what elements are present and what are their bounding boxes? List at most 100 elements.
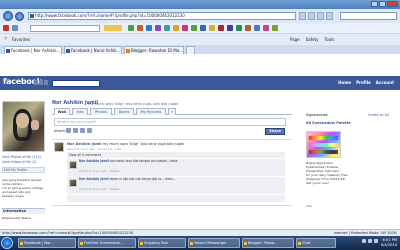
close-toolbar-icon[interactable] — [3, 25, 9, 31]
toolbar-app-icon[interactable] — [209, 25, 215, 31]
favorites-button[interactable]: Favorites — [12, 37, 30, 42]
video-attach-icon[interactable] — [73, 128, 78, 133]
clock[interactable]: 6:01 PM 6/4/2010 — [381, 238, 397, 247]
notifications-icon[interactable] — [44, 80, 48, 85]
battery-icon[interactable] — [374, 239, 378, 243]
toolbar-app-icon[interactable] — [236, 25, 242, 31]
facebook-favicon-icon — [6, 49, 10, 53]
toolbar-app-icon[interactable] — [164, 25, 170, 31]
messages-icon[interactable] — [39, 80, 43, 85]
start-button[interactable] — [1, 237, 13, 249]
browser-search-input[interactable] — [340, 12, 397, 20]
toolbar-app-icon[interactable] — [272, 25, 278, 31]
taskbar-item[interactable]: Facebook | Nor... — [18, 238, 76, 248]
post-meta[interactable]: about an hour ago · Comment · Like — [67, 147, 121, 151]
share-button[interactable]: Share — [265, 128, 285, 135]
compat-view-icon[interactable] — [317, 12, 324, 20]
dropdown-icon[interactable] — [326, 12, 333, 20]
stop-icon[interactable] — [308, 12, 315, 20]
tab-info[interactable]: Info — [72, 108, 88, 115]
taskbar-item[interactable]: Yahoo! Messenger — [188, 238, 240, 248]
ad-like-link[interactable]: Like — [306, 204, 312, 208]
comment-text: Nor Ashikin Jamil lepas ni aku tak nak t… — [79, 177, 176, 181]
ad-title[interactable]: 88 Eyeshadow Palette — [306, 121, 366, 125]
taskbar-item[interactable]: Chat — [296, 238, 336, 248]
tab-boxes[interactable]: Boxes — [114, 108, 134, 115]
facebook-favicon-icon — [30, 14, 34, 18]
browser-tab[interactable]: Blogger: Rawatan Di Ma... — [124, 46, 184, 54]
browser-tab[interactable]: Facebook | Nurul Ashik... — [64, 46, 122, 54]
taskbar-item[interactable]: Blogger: Rawa... — [242, 238, 294, 248]
avatar[interactable] — [69, 179, 77, 187]
event-attach-icon[interactable] — [80, 128, 85, 133]
edit-profile-button[interactable]: Edit My Profile — [2, 167, 45, 173]
toolbar-app-icon[interactable] — [254, 25, 260, 31]
page-menu[interactable]: Page — [290, 37, 300, 42]
toolbar-app-icon[interactable] — [245, 25, 251, 31]
view-videos-link[interactable]: View Videos of Me (1) — [2, 160, 37, 164]
refresh-icon[interactable] — [299, 12, 306, 20]
volume-icon[interactable] — [368, 239, 372, 243]
browser-tab[interactable]: Facebook | Nor Ashikin... — [4, 46, 62, 54]
comment-meta[interactable]: about an hour ago · Delete — [79, 169, 119, 173]
avatar[interactable] — [54, 142, 64, 152]
network-icon[interactable] — [362, 239, 366, 243]
link-attach-icon[interactable] — [87, 128, 92, 133]
safety-menu[interactable]: Safety — [306, 37, 319, 42]
toolbar-app-icon[interactable] — [182, 25, 188, 31]
status-url: http://www.facebook.com/?ref=home#!/prof… — [2, 231, 134, 235]
facebook-nav: Home Profile Account — [338, 80, 394, 85]
tab-my-records[interactable]: My Records — [136, 108, 166, 115]
comment: Nor Ashikin Jamil lepas ni aku tak nak t… — [67, 177, 285, 194]
facebook-search-input[interactable] — [52, 80, 100, 87]
avatar[interactable] — [69, 161, 77, 169]
tab-label: Facebook | Nurul Ashik... — [71, 48, 121, 53]
maximize-button[interactable] — [379, 1, 386, 7]
create-ad-link[interactable]: Create an Ad — [368, 113, 389, 117]
view-all-comments[interactable]: View all 4 comments — [67, 153, 101, 157]
toolbar-search-input[interactable] — [30, 25, 100, 32]
toolbar-app-icon[interactable] — [263, 25, 269, 31]
attach-icons — [66, 128, 92, 133]
nav-profile[interactable]: Profile — [356, 80, 371, 85]
view-photos-link[interactable]: View Photos of Me (125) — [2, 155, 41, 159]
comment-author[interactable]: Nor Ashikin Jamil — [79, 159, 109, 163]
star-icon[interactable]: ★ — [3, 36, 8, 42]
add-tab-button[interactable]: + — [168, 108, 176, 115]
toolbar-app-icon[interactable] — [146, 25, 152, 31]
taskbar-item[interactable]: FireShot Screenshot... — [78, 238, 136, 248]
profile-picture[interactable] — [2, 101, 45, 152]
write-comment-box[interactable] — [67, 195, 285, 202]
forward-button[interactable] — [15, 11, 24, 21]
tab-photos[interactable]: Photos — [90, 108, 112, 115]
post-author[interactable]: Nor Ashikin Jamil — [67, 142, 102, 146]
comment-author[interactable]: Nor Ashikin Jamil — [79, 177, 109, 181]
toolbar-app-icon[interactable] — [218, 25, 224, 31]
nav-account[interactable]: Account — [376, 80, 394, 85]
status-composer-input[interactable]: What's on your mind? — [54, 118, 286, 126]
toolbar-search-button[interactable] — [104, 25, 122, 31]
nav-home[interactable]: Home — [338, 80, 351, 85]
address-bar[interactable]: http://www.facebook.com/?ref=home#!/prof… — [28, 12, 296, 20]
toolbar-app-icon[interactable] — [155, 25, 161, 31]
toolbar-app-icon[interactable] — [137, 25, 143, 31]
status-text: my mum says 'b4g!' bila kene juga, bila … — [88, 101, 179, 106]
toolbar-app-icon[interactable] — [173, 25, 179, 31]
back-button[interactable] — [3, 11, 13, 21]
tools-menu[interactable]: Tools — [324, 37, 334, 42]
ad-image[interactable] — [306, 131, 341, 158]
toolbar-app-icon[interactable] — [227, 25, 233, 31]
toolbar-app-icon[interactable] — [128, 25, 134, 31]
photo-attach-icon[interactable] — [66, 128, 71, 133]
toolbar-app-icon[interactable] — [200, 25, 206, 31]
close-button[interactable] — [387, 1, 398, 7]
taskbar-item[interactable]: Snipping Tool — [138, 238, 186, 248]
zoom-level[interactable]: 100% — [387, 231, 397, 235]
comment-meta[interactable]: about an hour ago · Delete — [79, 187, 119, 191]
friend-requests-icon[interactable] — [34, 80, 38, 85]
comment-count-bar[interactable]: View all 4 comments — [67, 152, 285, 158]
new-tab-button[interactable] — [186, 46, 195, 54]
toolbar-app-icon[interactable] — [191, 25, 197, 31]
minimize-button[interactable] — [371, 1, 378, 7]
tab-wall[interactable]: Wall — [54, 108, 70, 115]
